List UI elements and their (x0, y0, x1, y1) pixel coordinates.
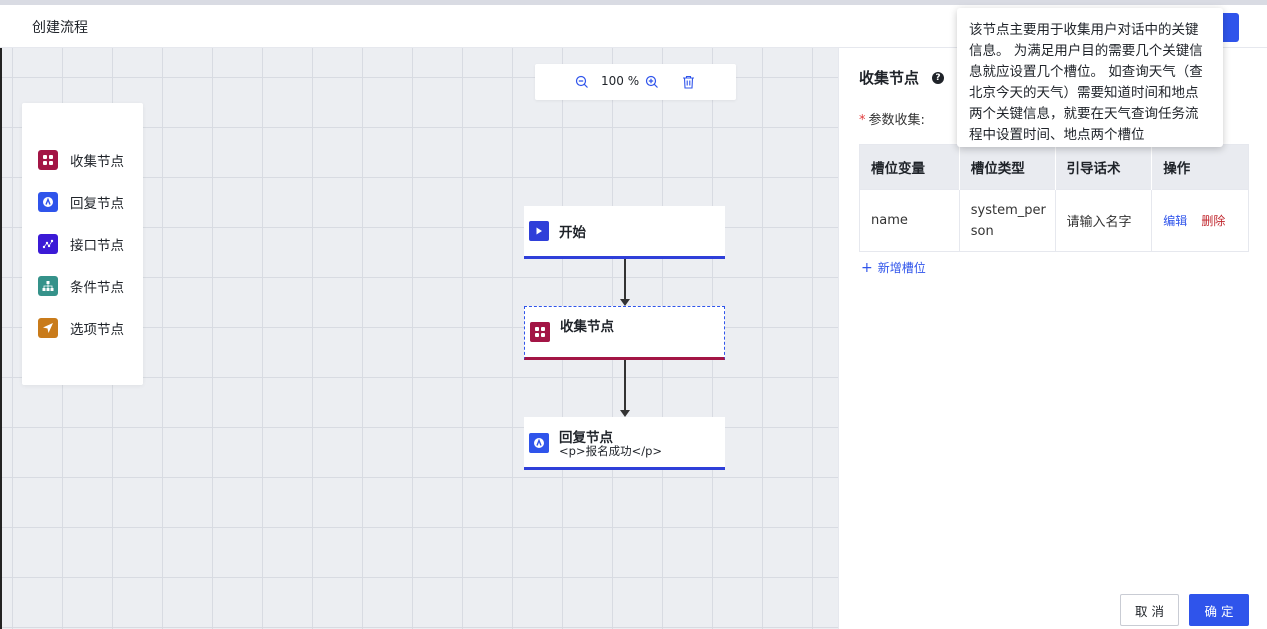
flow-edge (624, 259, 626, 299)
node-palette: 收集节点 回复节点 接口节点 条件节点 选项节点 (22, 103, 143, 385)
cancel-button[interactable]: 取 消 (1120, 594, 1179, 626)
palette-item-reply[interactable]: 回复节点 (38, 191, 124, 213)
plus-icon: + (861, 260, 873, 276)
column-header: 操作 (1151, 144, 1249, 190)
palette-item-option[interactable]: 选项节点 (38, 317, 124, 339)
column-header: 槽位变量 (859, 144, 960, 190)
reply-icon (38, 192, 58, 212)
param-collect-label: * 参数收集: (859, 109, 925, 128)
palette-item-label: 选项节点 (70, 322, 124, 338)
trash-icon[interactable] (679, 73, 697, 91)
help-tooltip: 该节点主要用于收集用户对话中的关键信息。 为满足用户目的需要几个关键信息就应设置… (957, 8, 1223, 147)
palette-item-collect[interactable]: 收集节点 (38, 149, 124, 171)
node-title: 收集节点 (560, 319, 614, 335)
palette-item-label: 接口节点 (70, 238, 124, 254)
node-subtitle: <p>报名成功</p> (559, 444, 663, 458)
slot-table: 槽位变量 槽位类型 引导话术 操作 name system_person 请输入… (859, 144, 1249, 252)
palette-item-api[interactable]: 接口节点 (38, 233, 124, 255)
palette-item-label: 收集节点 (70, 154, 124, 170)
panel-title: 收集节点 (859, 69, 920, 87)
table-header-row: 槽位变量 槽位类型 引导话术 操作 (859, 144, 1249, 190)
grid-icon (38, 150, 58, 170)
add-slot-button[interactable]: + 新增槽位 (861, 259, 926, 276)
zoom-in-icon[interactable] (643, 73, 661, 91)
palette-item-label: 回复节点 (70, 196, 124, 212)
help-icon[interactable]: ? (932, 72, 944, 84)
column-header: 引导话术 (1055, 144, 1153, 190)
delete-link[interactable]: 删除 (1201, 214, 1225, 228)
zoom-toolbar: 100 % (535, 64, 736, 100)
arrow-down-icon (620, 410, 630, 417)
node-title: 开始 (559, 225, 586, 241)
reply-icon (529, 433, 549, 453)
param-collect-text: 参数收集: (868, 113, 925, 128)
zoom-level: 100 % (601, 74, 640, 88)
slot-actions: 编辑 删除 (1151, 189, 1249, 252)
arrow-down-icon (620, 299, 630, 306)
flow-edge (624, 360, 626, 410)
flow-node-collect[interactable]: 收集节点 (524, 306, 725, 360)
slot-prompt: 请输入名字 (1055, 189, 1153, 252)
column-header: 槽位类型 (959, 144, 1056, 190)
edit-link[interactable]: 编辑 (1163, 214, 1187, 228)
zoom-out-icon[interactable] (573, 73, 591, 91)
palette-item-label: 条件节点 (70, 280, 124, 296)
confirm-button[interactable]: 确 定 (1189, 594, 1249, 626)
flow-node-start[interactable]: 开始 (524, 206, 725, 259)
branch-icon (38, 276, 58, 296)
play-icon (529, 221, 549, 241)
palette-item-condition[interactable]: 条件节点 (38, 275, 124, 297)
api-icon (38, 234, 58, 254)
grid-icon (530, 322, 550, 342)
slot-type: system_person (959, 189, 1056, 252)
send-icon (38, 318, 58, 338)
page-title: 创建流程 (32, 20, 88, 36)
add-slot-label: 新增槽位 (877, 261, 926, 275)
window-left-edge (0, 48, 2, 629)
table-row: name system_person 请输入名字 编辑 删除 (859, 189, 1249, 252)
required-mark: * (859, 113, 866, 128)
flow-node-reply[interactable]: 回复节点 <p>报名成功</p> (524, 417, 725, 470)
slot-variable: name (859, 189, 960, 252)
